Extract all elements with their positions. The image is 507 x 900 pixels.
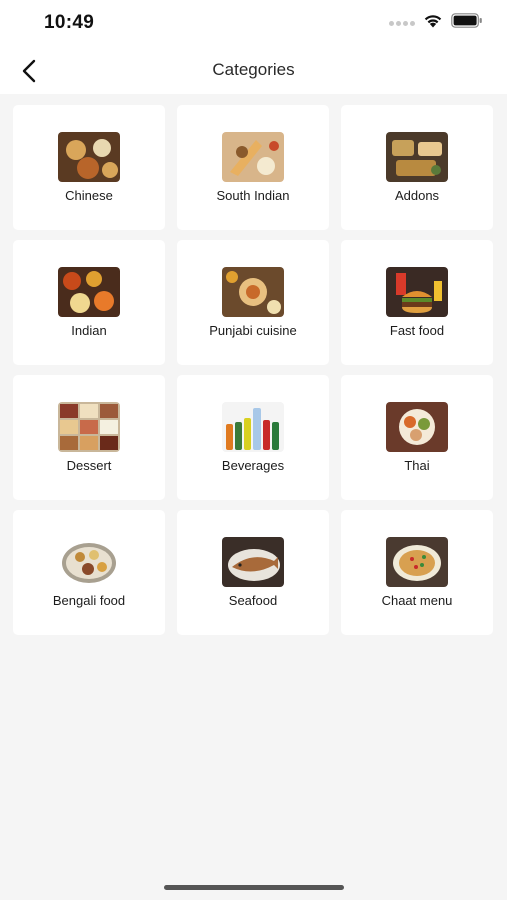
category-label: Beverages: [221, 458, 285, 473]
category-card-punjabi-cuisine[interactable]: Punjabi cuisine: [177, 240, 329, 365]
category-label: Chinese: [65, 188, 113, 203]
food-image: [58, 132, 120, 182]
category-label: Bengali food: [52, 593, 126, 608]
battery-icon: [451, 13, 483, 33]
status-bar: 10:49: [0, 0, 507, 46]
category-card-addons[interactable]: Addons: [341, 105, 493, 230]
category-card-indian[interactable]: Indian: [13, 240, 165, 365]
category-label: Punjabi cuisine: [209, 323, 297, 338]
category-label: Thai: [404, 458, 430, 473]
category-card-thai[interactable]: Thai: [341, 375, 493, 500]
food-image: [386, 402, 448, 452]
category-card-fast-food[interactable]: Fast food: [341, 240, 493, 365]
food-image: [386, 267, 448, 317]
category-label: Seafood: [228, 593, 278, 608]
categories-grid: Chinese South Indian Addons Indian Punja…: [13, 105, 493, 635]
food-image: [386, 132, 448, 182]
category-label: South Indian: [216, 188, 290, 203]
category-label: Addons: [394, 188, 440, 203]
category-label: Dessert: [66, 458, 112, 473]
food-image: [222, 267, 284, 317]
category-card-chinese[interactable]: Chinese: [13, 105, 165, 230]
food-image: [222, 537, 284, 587]
category-label: Fast food: [389, 323, 445, 338]
page-title: Categories: [212, 60, 295, 79]
category-card-south-indian[interactable]: South Indian: [177, 105, 329, 230]
food-image: [386, 537, 448, 587]
home-indicator[interactable]: [164, 885, 344, 890]
status-time: 10:49: [44, 12, 95, 33]
cellular-signal-icon: [389, 20, 415, 26]
food-image: [58, 267, 120, 317]
category-card-bengali-food[interactable]: Bengali food: [13, 510, 165, 635]
category-card-seafood[interactable]: Seafood: [177, 510, 329, 635]
wifi-icon: [423, 13, 443, 33]
category-card-chaat-menu[interactable]: Chaat menu: [341, 510, 493, 635]
food-image: [222, 402, 284, 452]
food-image: [58, 537, 120, 587]
category-label: Chaat menu: [381, 593, 453, 608]
food-image: [222, 132, 284, 182]
category-card-dessert[interactable]: Dessert: [13, 375, 165, 500]
category-card-beverages[interactable]: Beverages: [177, 375, 329, 500]
food-image: [58, 402, 120, 452]
status-icons: [389, 13, 483, 33]
category-label: Indian: [71, 323, 107, 338]
navigation-bar: Categories: [0, 46, 507, 94]
